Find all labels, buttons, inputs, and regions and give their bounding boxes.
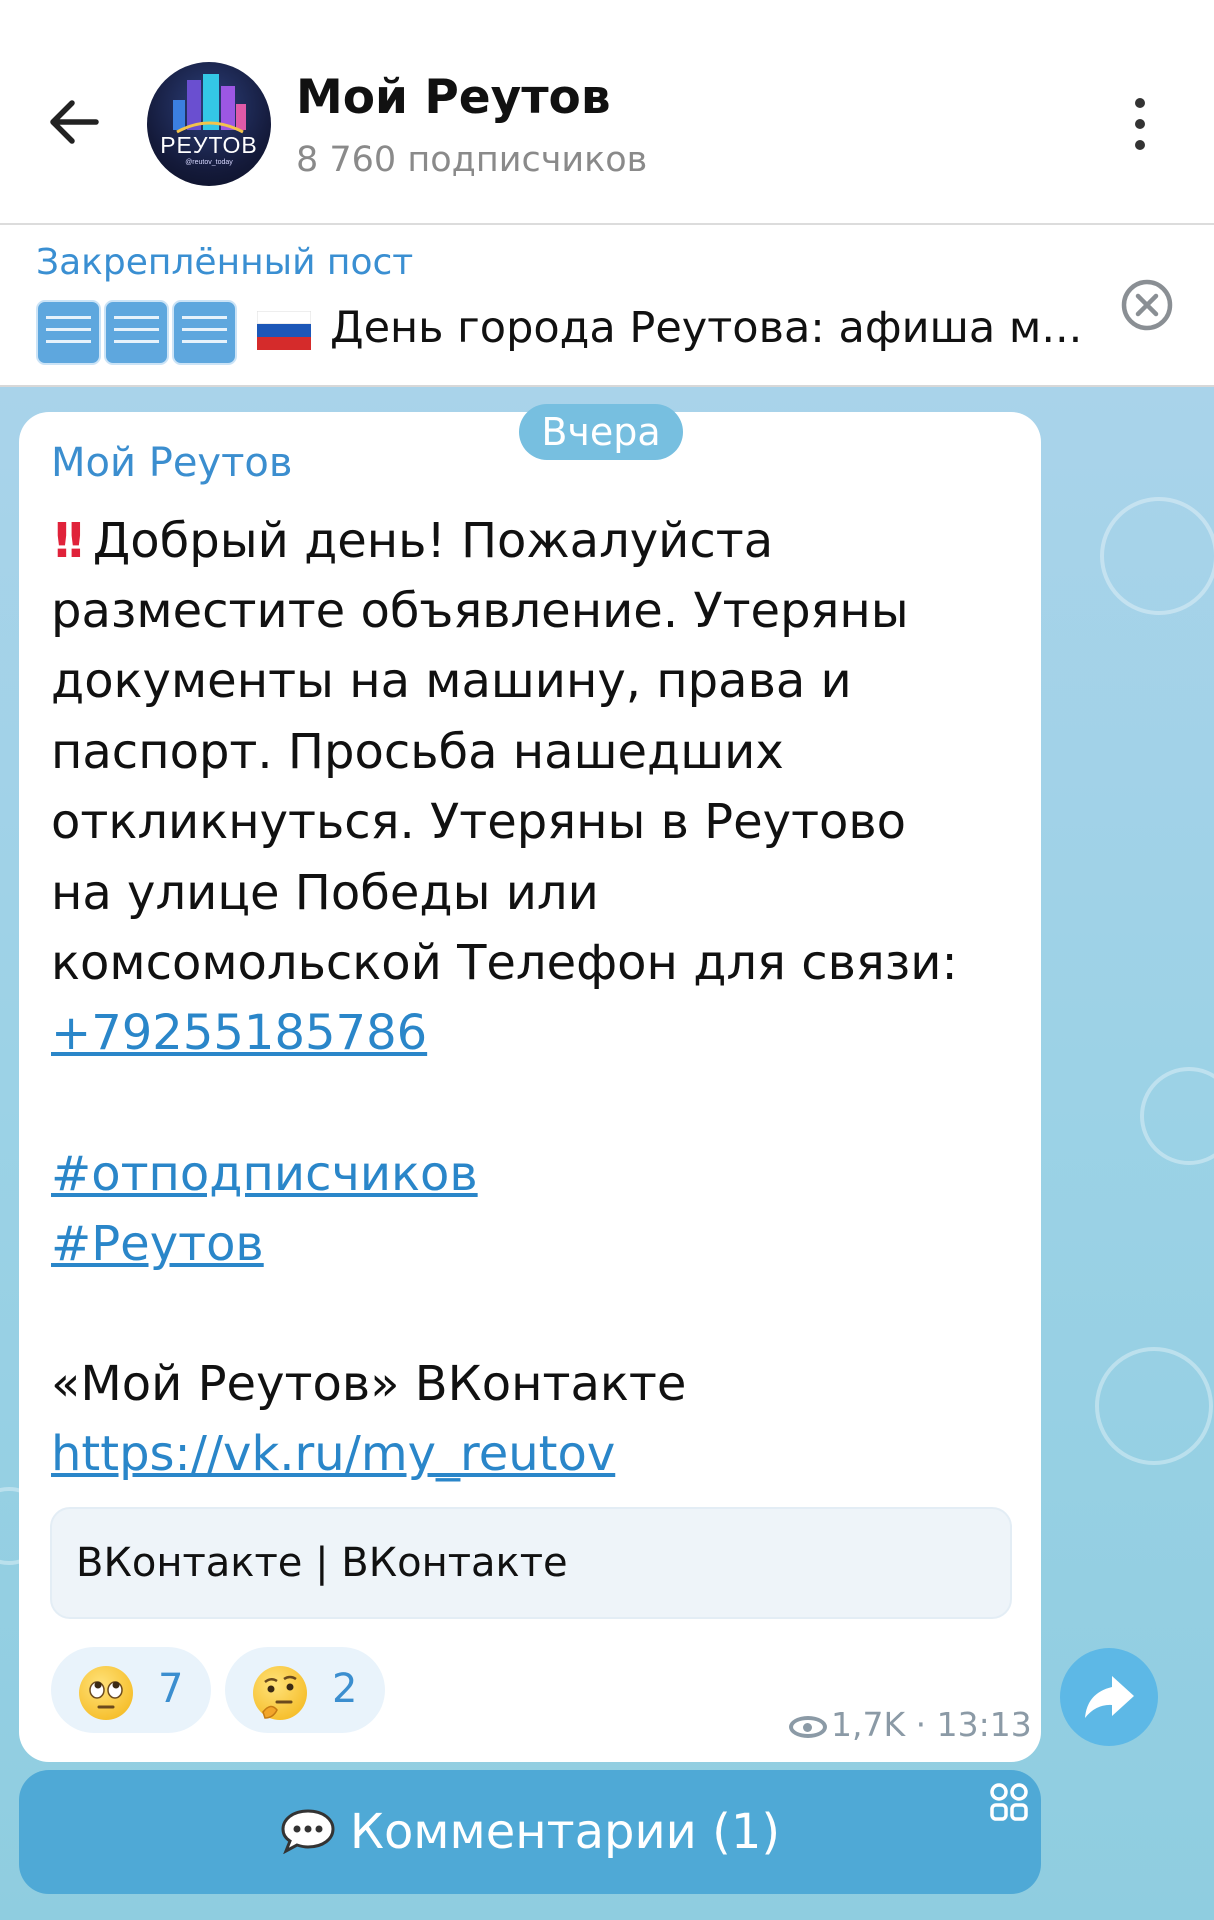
- pinned-thumbnail: [36, 300, 101, 365]
- views-eye-icon: [789, 1715, 827, 1738]
- background-doodle: [1095, 1347, 1213, 1465]
- background-doodle: [1100, 497, 1214, 615]
- hashtag-link[interactable]: #отподписчиков: [51, 1146, 478, 1202]
- pinned-thumbnail: [104, 300, 169, 365]
- russia-flag-icon: [257, 311, 311, 350]
- share-button[interactable]: [1060, 1648, 1158, 1746]
- back-arrow-icon[interactable]: [44, 92, 104, 152]
- share-arrow-icon: [1085, 1676, 1134, 1718]
- chat-header: РЕУТОВ @reutov_today Мой Реутов 8 760 по…: [0, 0, 1214, 225]
- link-preview[interactable]: ВКонтакте | ВКонтакте: [50, 1507, 1012, 1619]
- pinned-thumbnail: [172, 300, 237, 365]
- avatar-text: РЕУТОВ: [160, 132, 258, 158]
- message-line-4: паспорт. Просьба нашедших: [51, 724, 784, 780]
- double-exclamation-icon: !!: [51, 513, 87, 569]
- background-doodle: [1140, 1067, 1214, 1165]
- message-line-7: комсомольской Телефон для связи:: [51, 935, 958, 991]
- link-preview-title: ВКонтакте | ВКонтакте: [76, 1540, 568, 1586]
- avatar-subtext: @reutov_today: [185, 159, 233, 166]
- close-pinned-icon[interactable]: [1118, 276, 1176, 334]
- reaction-thinking[interactable]: 2: [225, 1647, 385, 1733]
- app-grid-icon[interactable]: [988, 1781, 1030, 1823]
- thinking-emoji-icon: [253, 1666, 307, 1720]
- meta-separator: ·: [905, 1705, 937, 1744]
- reaction-eye-roll[interactable]: 7: [51, 1647, 211, 1733]
- view-count: 1,7K: [831, 1705, 906, 1744]
- channel-title[interactable]: Мой Реутов: [296, 70, 611, 125]
- pinned-label: Закреплённый пост: [36, 242, 414, 283]
- subscriber-count: 8 760 подписчиков: [296, 140, 648, 180]
- hashtag-link[interactable]: #Реутов: [51, 1216, 264, 1272]
- message-sender[interactable]: Мой Реутов: [51, 440, 292, 486]
- vk-promo-line: «Мой Реутов» ВКонтакте: [51, 1356, 687, 1412]
- message-line-3: документы на машину, права и: [51, 653, 852, 709]
- date-pill: Вчера: [519, 404, 683, 460]
- eye-roll-emoji-icon: [79, 1666, 133, 1720]
- message-line-6: на улице Победы или: [51, 865, 599, 921]
- phone-link[interactable]: +79255185786: [51, 1005, 427, 1061]
- vk-url-link[interactable]: https://vk.ru/my_reutov: [51, 1426, 615, 1482]
- pinned-text: День города Реутова: афиша м...: [330, 303, 1083, 353]
- comments-button[interactable]: Комментарии (1): [19, 1770, 1041, 1894]
- comments-row: Комментарии (1): [19, 1804, 1041, 1860]
- more-options-icon[interactable]: [1122, 96, 1158, 152]
- reaction-count: 2: [332, 1666, 358, 1712]
- message-line-2: разместите объявление. Утеряны: [51, 583, 909, 639]
- message-text-line: !! Добрый день! Пожалуйста: [51, 513, 773, 569]
- message-meta: 1,7K · 13:13: [789, 1705, 1032, 1744]
- message-time: 13:13: [936, 1705, 1032, 1744]
- reaction-count: 7: [158, 1666, 184, 1712]
- channel-avatar[interactable]: РЕУТОВ @reutov_today: [147, 62, 271, 186]
- message-line-5: откликнуться. Утеряны в Реутово: [51, 794, 907, 850]
- comments-label: Комментарии (1): [349, 1804, 781, 1860]
- message-line-1: Добрый день! Пожалуйста: [92, 513, 774, 569]
- avatar-buildings-icon: [173, 74, 246, 134]
- speech-bubble-icon: [280, 1808, 336, 1854]
